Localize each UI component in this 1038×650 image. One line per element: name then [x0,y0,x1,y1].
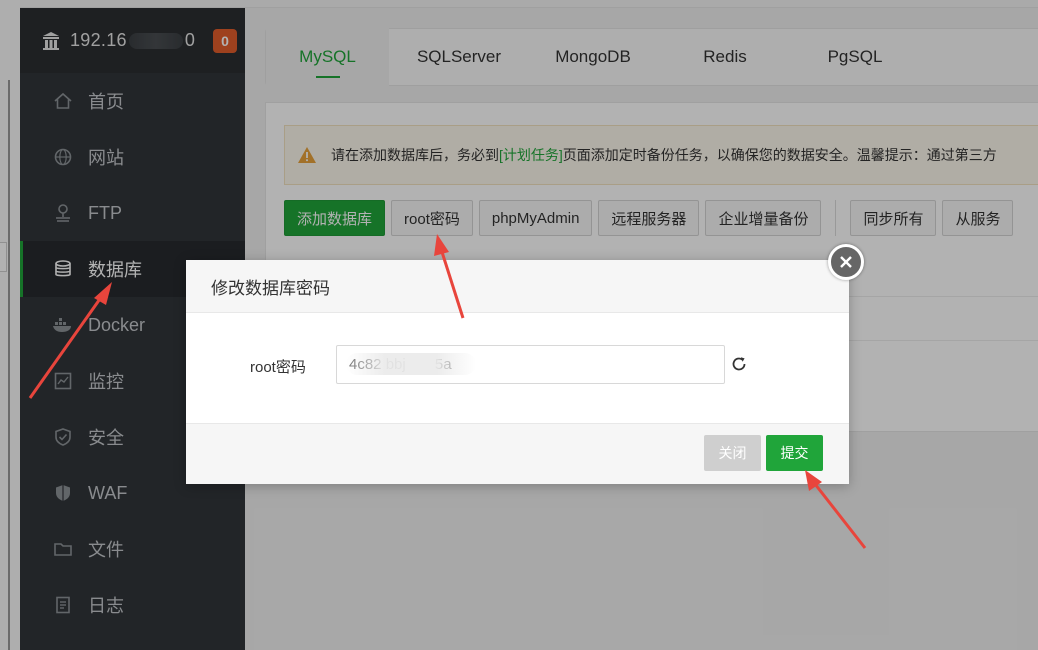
close-button[interactable]: 关闭 [704,435,761,471]
password-redaction [346,353,476,375]
change-db-password-dialog: 修改数据库密码 root密码 关闭 提交 [186,260,849,484]
dialog-close-icon[interactable] [828,244,864,280]
refresh-icon[interactable] [730,355,748,373]
submit-button[interactable]: 提交 [766,435,823,471]
dialog-title: 修改数据库密码 [186,260,849,313]
dialog-footer: 关闭 提交 [186,423,849,484]
dialog-body: root密码 [186,313,849,423]
root-password-label: root密码 [250,359,306,376]
